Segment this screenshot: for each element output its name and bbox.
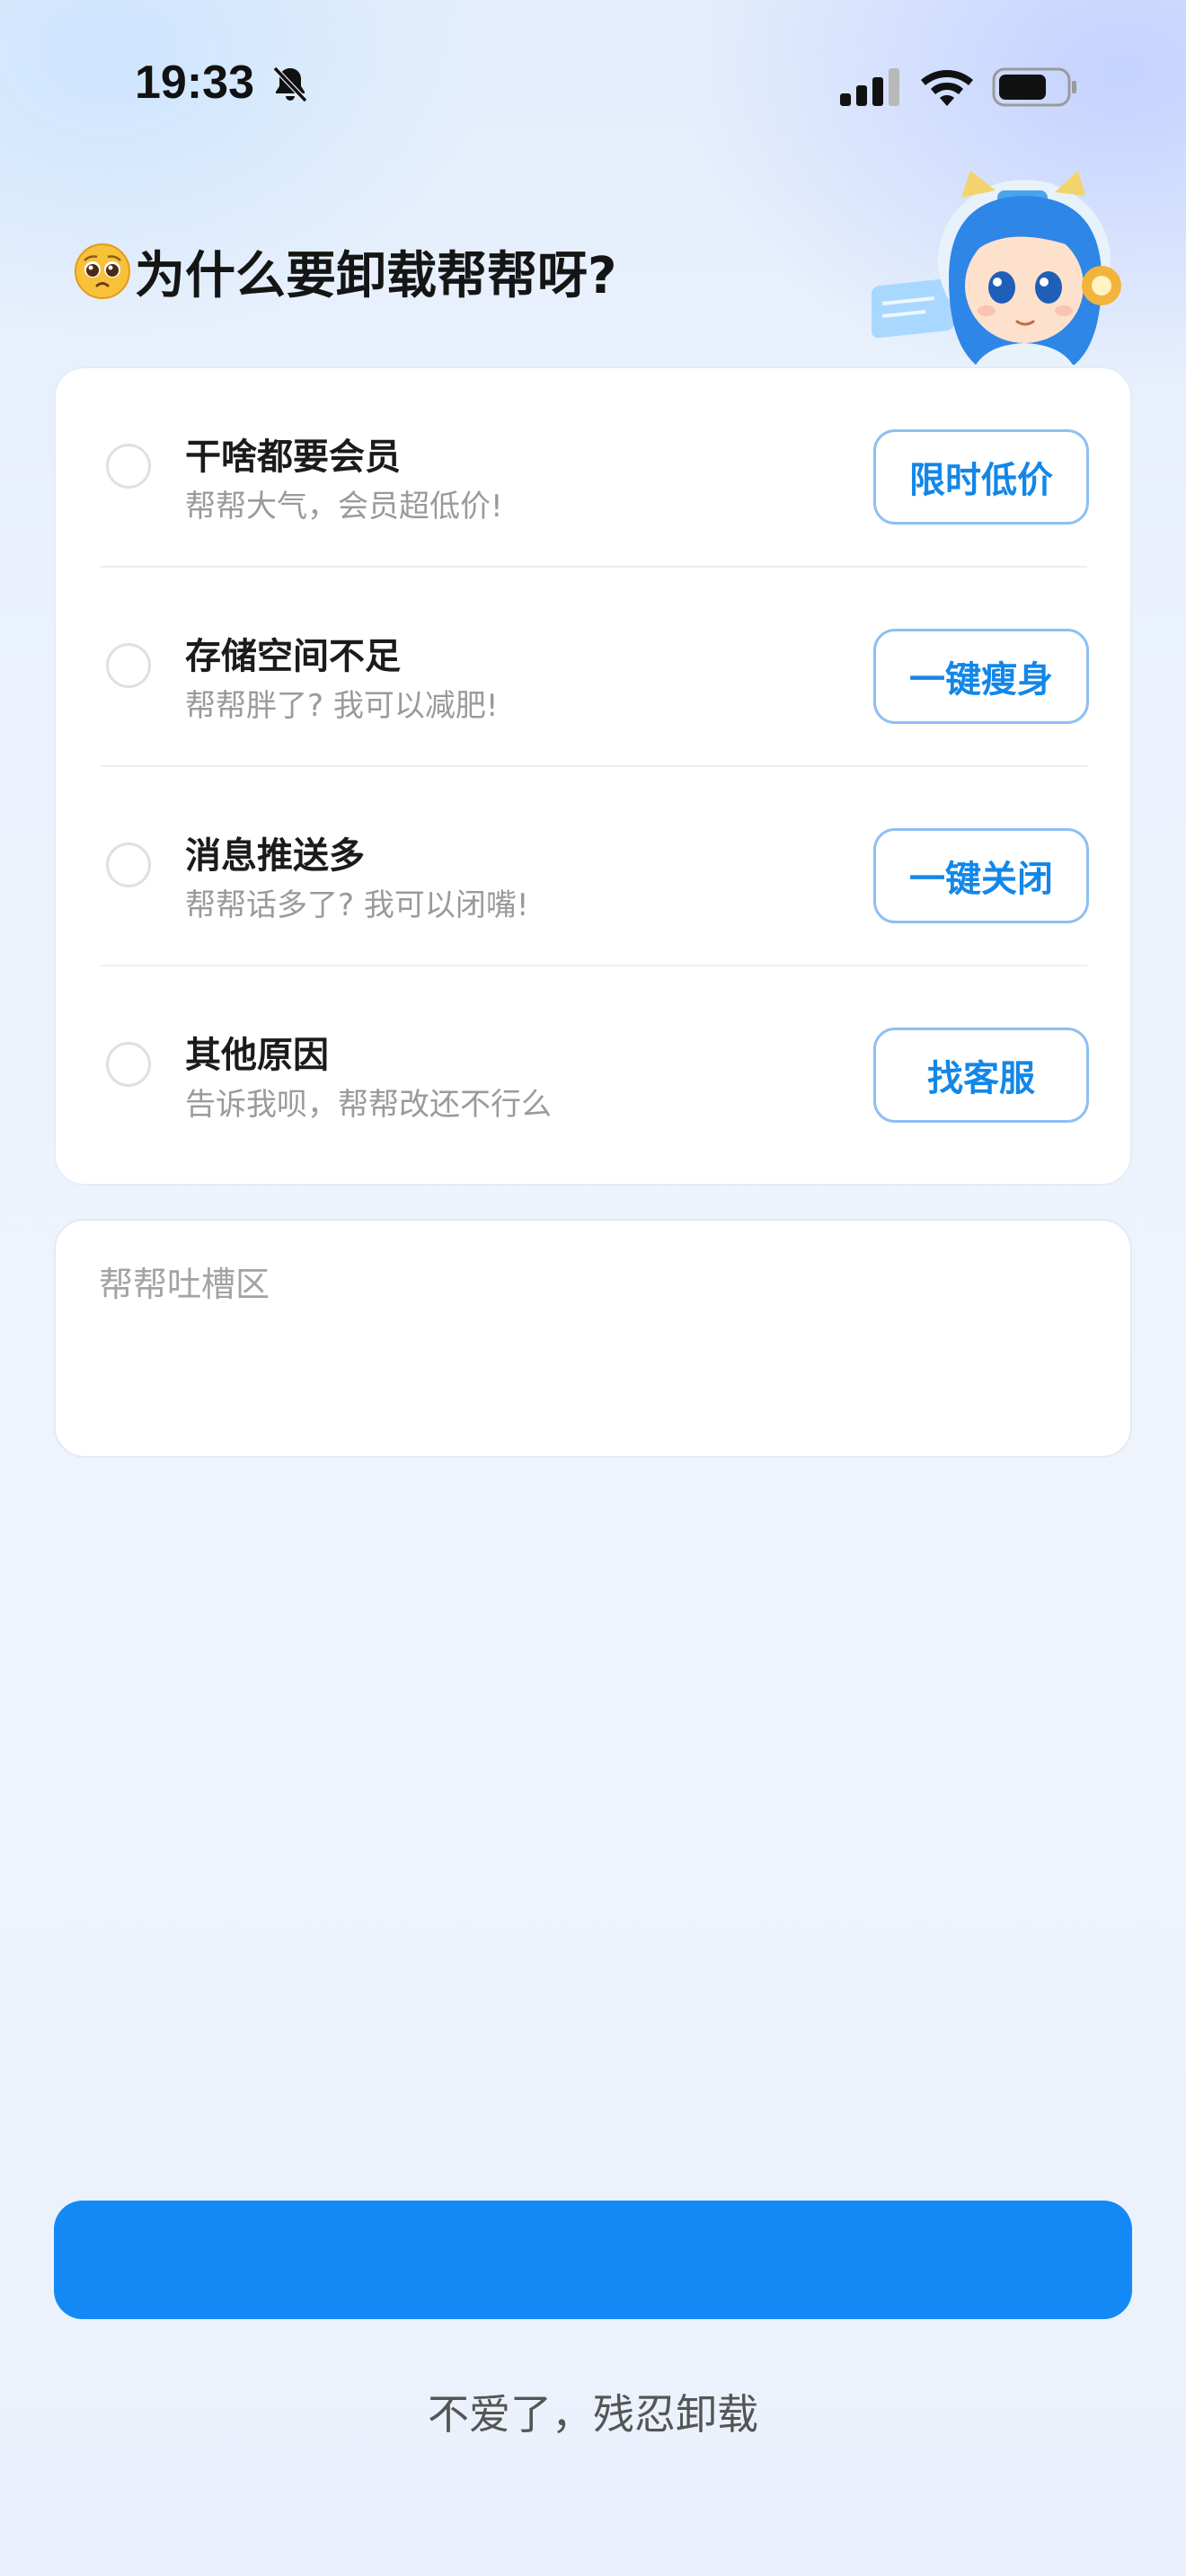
primary-button[interactable] <box>54 2201 1132 2319</box>
reason-radio[interactable] <box>106 643 151 688</box>
reason-radio[interactable] <box>106 842 151 887</box>
page-title: 为什么要卸载帮帮呀? <box>74 235 616 307</box>
feedback-box <box>54 1219 1132 1458</box>
reason-title: 消息推送多 <box>185 835 365 877</box>
pleading-face-emoji-icon <box>75 243 130 299</box>
page-title-text: 为什么要卸载帮帮呀? <box>135 246 617 305</box>
battery-icon <box>992 67 1076 107</box>
reason-radio[interactable] <box>106 444 151 489</box>
one-click-close-button[interactable]: 一键关闭 <box>873 828 1089 923</box>
mascot-illustration <box>872 171 1121 377</box>
reason-subtitle: 帮帮胖了? 我可以减肥! <box>185 688 499 724</box>
reason-row-other[interactable]: 其他原因 告诉我呗，帮帮改还不行么 找客服 <box>56 966 1130 1166</box>
reason-row-notifications[interactable]: 消息推送多 帮帮话多了? 我可以闭嘴! 一键关闭 <box>56 767 1130 966</box>
reason-row-membership[interactable]: 干啥都要会员 帮帮大气，会员超低价! 限时低价 <box>56 368 1130 568</box>
one-click-slim-button[interactable]: 一键瘦身 <box>873 629 1089 724</box>
reason-row-storage[interactable]: 存储空间不足 帮帮胖了? 我可以减肥! 一键瘦身 <box>56 568 1130 767</box>
reason-subtitle: 帮帮大气，会员超低价! <box>185 489 503 525</box>
confirm-uninstall-link[interactable]: 不爱了，残忍卸载 <box>0 2382 1186 2441</box>
reason-subtitle: 帮帮话多了? 我可以闭嘴! <box>185 887 529 923</box>
status-time: 19:33 <box>135 57 254 109</box>
status-bar: 19:33 <box>0 0 1186 171</box>
reason-title: 干啥都要会员 <box>185 437 401 478</box>
uninstall-reasons-card: 干啥都要会员 帮帮大气，会员超低价! 限时低价 存储空间不足 帮帮胖了? 我可以… <box>54 366 1132 1186</box>
bell-slash-icon <box>272 66 308 103</box>
wifi-icon <box>921 70 973 106</box>
limited-price-button[interactable]: 限时低价 <box>873 429 1089 525</box>
feedback-textarea[interactable] <box>99 1257 1087 1427</box>
signal-icon <box>840 68 899 106</box>
reason-title: 存储空间不足 <box>185 636 401 677</box>
reason-radio[interactable] <box>106 1042 151 1087</box>
reason-subtitle: 告诉我呗，帮帮改还不行么 <box>185 1087 552 1123</box>
contact-support-button[interactable]: 找客服 <box>873 1028 1089 1123</box>
reason-title: 其他原因 <box>185 1035 329 1076</box>
